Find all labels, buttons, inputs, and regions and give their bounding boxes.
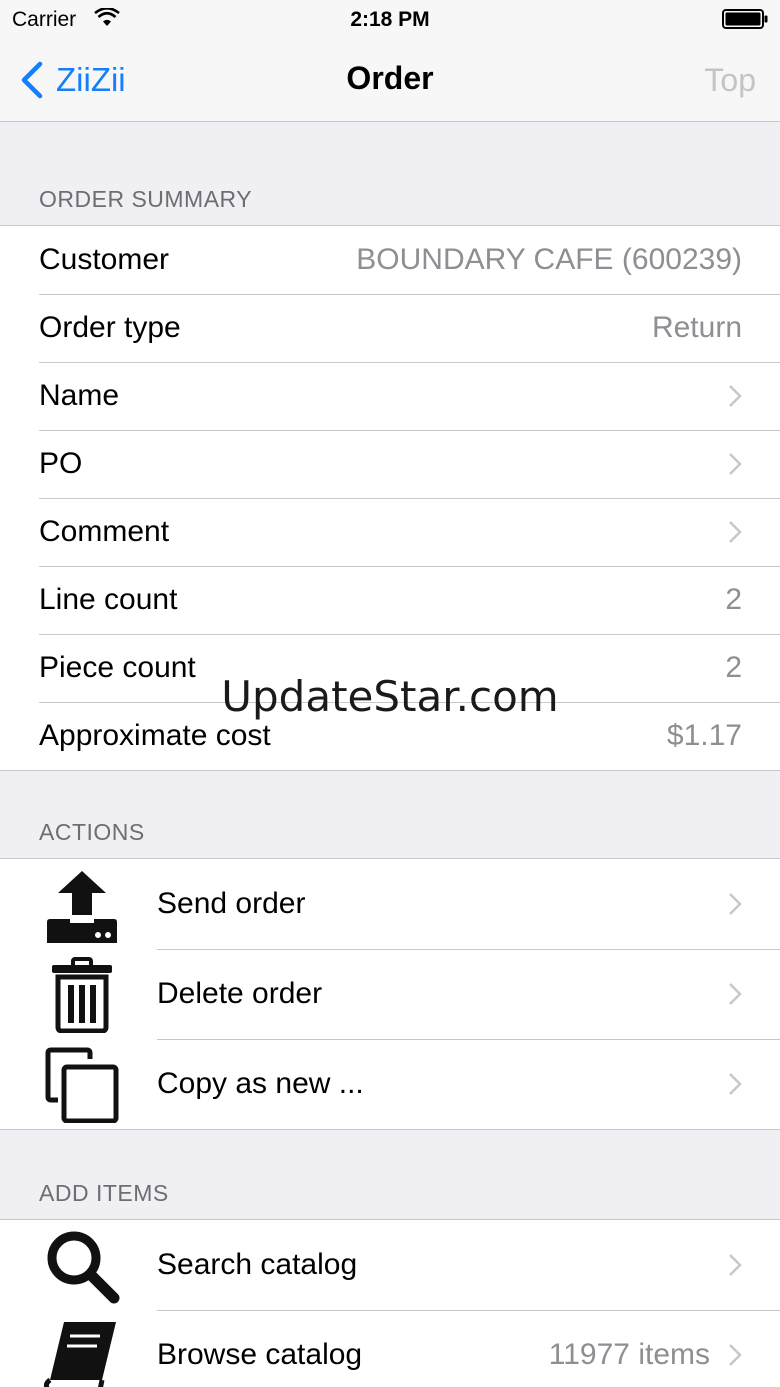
row-label: Name (39, 379, 120, 412)
chevron-right-icon (729, 453, 742, 475)
search-icon (47, 1231, 120, 1304)
status-time: 2:18 PM (350, 8, 430, 31)
row-label: Customer (39, 243, 170, 276)
row-label: Comment (39, 515, 170, 548)
row-label: Search catalog (157, 1248, 358, 1281)
section-header-order-summary: ORDER SUMMARY (39, 186, 253, 212)
row-label: Copy as new ... (157, 1067, 364, 1100)
section-header-add-items: ADD ITEMS (39, 1180, 169, 1206)
add-items-group: Search catalog Browse catalog 11977 item… (0, 1219, 780, 1387)
row-value: 11977 items (548, 1338, 710, 1371)
status-bar: Carrier 2:18 PM (0, 0, 780, 40)
po-row[interactable]: PO (0, 430, 780, 498)
search-catalog-row[interactable]: Search catalog (0, 1220, 780, 1310)
trash-icon (52, 957, 112, 1033)
chevron-right-icon (729, 1254, 742, 1276)
row-label: Delete order (157, 977, 323, 1010)
chevron-right-icon (729, 1344, 742, 1366)
order-type-row: Order type Return (0, 294, 780, 362)
comment-row[interactable]: Comment (0, 498, 780, 566)
chevron-right-icon (729, 521, 742, 543)
customer-row: Customer BOUNDARY CAFE (600239) (0, 226, 780, 294)
row-value: $1.17 (666, 719, 742, 752)
row-label: Line count (39, 583, 178, 616)
row-value: BOUNDARY CAFE (600239) (356, 243, 742, 276)
row-label: Send order (157, 887, 306, 920)
copy-as-new-row[interactable]: Copy as new ... (0, 1039, 780, 1129)
row-value: 2 (725, 583, 742, 616)
name-row[interactable]: Name (0, 362, 780, 430)
copy-icon (45, 1047, 119, 1123)
line-count-row: Line count 2 (0, 566, 780, 634)
send-order-row[interactable]: Send order (0, 859, 780, 949)
book-icon (43, 1322, 116, 1387)
row-value: Return (651, 311, 742, 344)
actions-group: Send order Delete order Copy as new ... (0, 858, 780, 1130)
upload-icon (47, 871, 117, 943)
section-header-actions: ACTIONS (39, 819, 145, 845)
delete-order-row[interactable]: Delete order (0, 949, 780, 1039)
watermark: UpdateStar.com (221, 672, 559, 721)
top-button[interactable]: Top (704, 62, 756, 99)
chevron-right-icon (729, 1073, 742, 1095)
nav-bar: ZiiZii Order Top (0, 40, 780, 122)
row-label: PO (39, 447, 83, 480)
row-label: Approximate cost (39, 719, 271, 752)
chevron-right-icon (729, 983, 742, 1005)
page-title: Order (346, 60, 434, 96)
battery-icon (722, 9, 768, 29)
row-label: Browse catalog (157, 1338, 363, 1371)
chevron-right-icon (729, 385, 742, 407)
browse-catalog-row[interactable]: Browse catalog 11977 items (0, 1310, 780, 1387)
row-label: Order type (39, 311, 181, 344)
chevron-right-icon (729, 893, 742, 915)
